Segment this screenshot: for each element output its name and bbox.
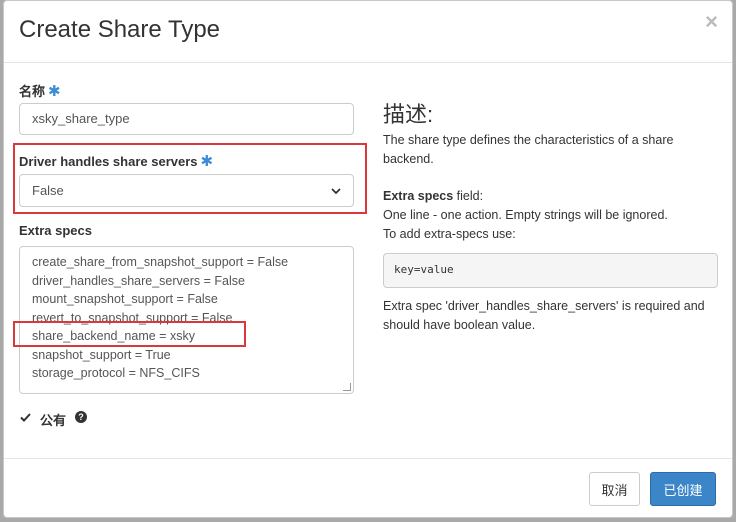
extra-specs-textarea[interactable]: create_share_from_snapshot_support = Fal… xyxy=(19,246,354,394)
extra-spec-line: storage_protocol = NFS_CIFS xyxy=(32,366,200,380)
create-share-type-dialog: Create Share Type × 名称 ✱ xsky_share_type … xyxy=(3,0,733,518)
public-checkbox[interactable] xyxy=(19,411,33,425)
extra-specs-help-rest: field: xyxy=(453,189,484,203)
description-intro: The share type defines the characteristi… xyxy=(383,133,674,166)
help-footer-note: Extra spec 'driver_handles_share_servers… xyxy=(383,299,705,332)
extra-specs-label: Extra specs xyxy=(19,223,92,238)
name-label: 名称 ✱ xyxy=(19,81,61,100)
highlight-box-driver-handles xyxy=(13,143,367,214)
help-icon[interactable]: ? xyxy=(75,411,87,423)
public-label: 公有 xyxy=(40,413,67,428)
extra-specs-help-heading: Extra specs field: xyxy=(383,187,723,206)
close-icon[interactable]: × xyxy=(705,11,718,33)
required-icon: ✱ xyxy=(48,83,61,100)
highlight-box-backend-name xyxy=(13,321,246,347)
name-input[interactable]: xsky_share_type xyxy=(19,103,354,135)
extra-spec-line: create_share_from_snapshot_support = Fal… xyxy=(32,255,289,269)
code-example: key=value xyxy=(383,253,718,288)
name-input-value: xsky_share_type xyxy=(32,111,130,126)
help-line-2: To add extra-specs use: xyxy=(383,227,516,241)
create-button[interactable]: 已创建 xyxy=(650,472,716,506)
resize-handle-icon[interactable] xyxy=(343,383,351,391)
extra-specs-help-bold: Extra specs xyxy=(383,189,454,203)
help-line-1: One line - one action. Empty strings wil… xyxy=(383,208,668,222)
cancel-button[interactable]: 取消 xyxy=(589,472,640,506)
description-title: 描述: xyxy=(383,102,434,127)
extra-spec-line: snapshot_support = True xyxy=(32,347,171,362)
extra-spec-line: driver_handles_share_servers = False xyxy=(32,273,245,288)
extra-spec-line: mount_snapshot_support = False xyxy=(32,292,218,306)
modal-header: Create Share Type × xyxy=(4,1,732,63)
name-label-text: 名称 xyxy=(19,84,46,99)
modal-title: Create Share Type xyxy=(19,16,221,43)
